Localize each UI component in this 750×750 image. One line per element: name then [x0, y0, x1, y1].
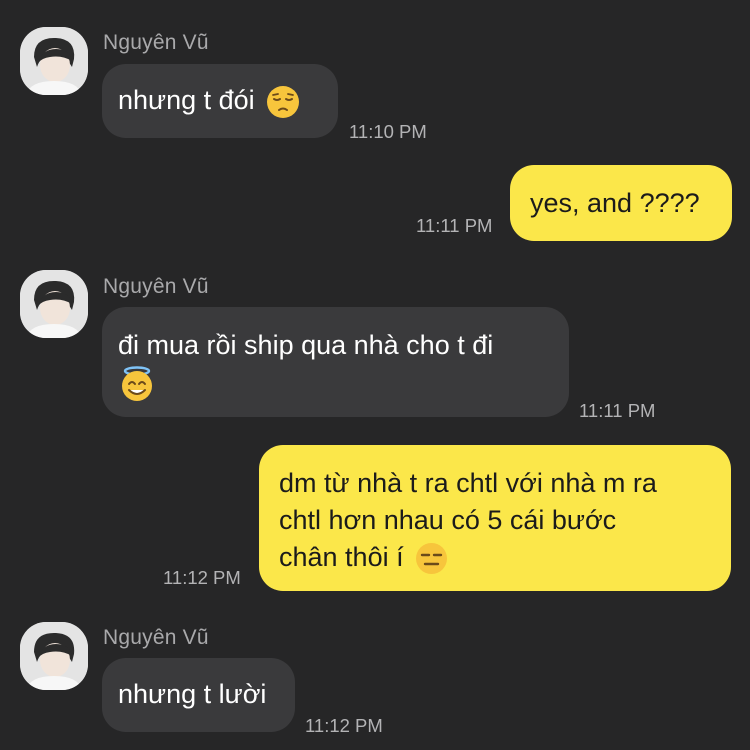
message-timestamp: 11:11 PM: [416, 215, 493, 236]
contact-avatar[interactable]: [20, 622, 88, 690]
message-text: đi mua rồi ship qua nhà cho t đi: [118, 330, 494, 360]
avatar-photo-icon: [20, 27, 88, 95]
message-timestamp: 11:10 PM: [349, 121, 427, 142]
message-text: nhưng t lười: [118, 679, 267, 709]
expressionless-face-icon: [415, 542, 448, 575]
pensive-face-icon: [266, 85, 300, 119]
message-line: dm từ nhà t ra chtl với nhà m ra: [279, 468, 657, 498]
message-text: nhưng t đói: [118, 85, 255, 115]
message-line: chtl hơn nhau có 5 cái bước: [279, 505, 617, 535]
contact-avatar[interactable]: [20, 270, 88, 338]
avatar-photo-icon: [20, 270, 88, 338]
incoming-message-bubble[interactable]: nhưng t đói: [102, 64, 338, 138]
message-text: yes, and ????: [530, 188, 700, 218]
incoming-message-bubble[interactable]: đi mua rồi ship qua nhà cho t đi: [102, 307, 569, 417]
message-timestamp: 11:11 PM: [579, 400, 656, 421]
message-timestamp: 11:12 PM: [163, 567, 241, 588]
sender-name: Nguyên Vũ: [103, 275, 209, 298]
incoming-message-bubble[interactable]: nhưng t lười: [102, 658, 295, 732]
sender-name: Nguyên Vũ: [103, 31, 209, 54]
avatar-photo-icon: [20, 622, 88, 690]
outgoing-message-bubble[interactable]: dm từ nhà t ra chtl với nhà m ra chtl hơ…: [259, 445, 731, 591]
outgoing-message-bubble[interactable]: yes, and ????: [510, 165, 732, 241]
contact-avatar[interactable]: [20, 27, 88, 95]
message-timestamp: 11:12 PM: [305, 715, 383, 736]
sender-name: Nguyên Vũ: [103, 626, 209, 649]
smiling-face-with-halo-icon: [118, 366, 156, 402]
message-line: chân thôi í: [279, 542, 404, 572]
